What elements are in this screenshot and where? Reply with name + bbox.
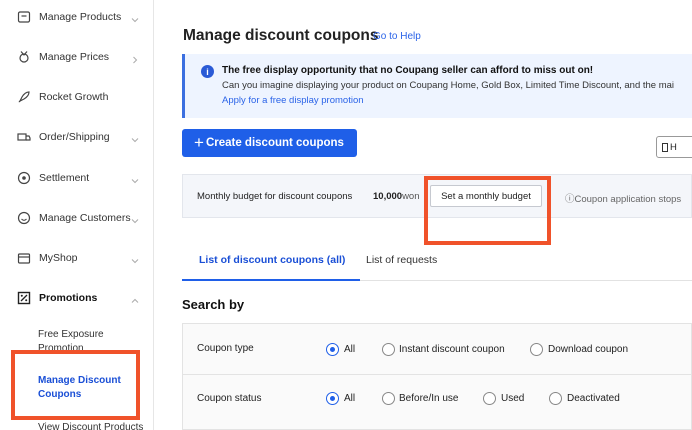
highlight-box: [424, 176, 551, 245]
search-filter-panel: [182, 323, 692, 430]
sidebar-item-myshop[interactable]: MyShop: [0, 243, 154, 273]
filter-divider: [182, 374, 692, 375]
sidebar-item-order-shipping[interactable]: Order/Shipping: [0, 122, 154, 152]
notice-banner: i The free display opportunity that no C…: [182, 54, 692, 118]
shop-icon: [17, 251, 31, 265]
sidebar-item-manage-prices[interactable]: Manage Prices: [0, 42, 154, 72]
tab-list-of-discount-coupons[interactable]: List of discount coupons (all): [199, 254, 345, 266]
chevron-down-icon: [130, 132, 140, 143]
create-button-label: Create discount coupons: [205, 137, 344, 149]
sidebar-item-label: Settlement: [39, 172, 90, 184]
chevron-down-icon: [130, 12, 140, 23]
rocket-icon: [17, 90, 31, 104]
coupon-status-before-in-use-radio[interactable]: [382, 392, 395, 405]
info-icon: i: [201, 65, 214, 78]
sidebar-item-settlement[interactable]: Settlement: [0, 163, 154, 193]
coupon-status-used-radio[interactable]: [483, 392, 496, 405]
sidebar-item-label: Promotions: [39, 292, 98, 304]
sidebar-item-label: MyShop: [39, 252, 78, 264]
document-icon: [662, 142, 668, 152]
coupon-status-all-radio[interactable]: [326, 392, 339, 405]
sidebar-item-manage-customers[interactable]: Manage Customers: [0, 203, 154, 233]
chevron-down-icon: [130, 213, 140, 224]
coin-icon: [17, 171, 31, 185]
budget-amount: 10,000won: [373, 191, 420, 202]
sidebar-subitem-view-discount-products[interactable]: View Discount Products: [38, 421, 146, 430]
sidebar-item-label: Manage Prices: [39, 51, 110, 63]
search-section-title: Search by: [182, 297, 245, 312]
create-discount-coupons-button[interactable]: + Create discount coupons: [182, 129, 357, 157]
sidebar-item-manage-products[interactable]: Manage Products: [0, 2, 154, 32]
coupon-type-label: Coupon type: [197, 343, 254, 354]
coupon-type-instant-radio[interactable]: [382, 343, 395, 356]
page-title: Manage discount coupons: [183, 27, 379, 44]
budget-value: 10,000: [373, 191, 403, 202]
radio-label: All: [344, 344, 356, 355]
highlight-box: [11, 350, 140, 420]
radio-label: Download coupon: [548, 344, 629, 355]
sidebar-item-label: Order/Shipping: [39, 131, 110, 143]
notice-body: Can you imagine displaying your product …: [222, 80, 675, 91]
tab-list-of-requests[interactable]: List of requests: [366, 254, 437, 266]
chevron-up-icon: [130, 293, 140, 303]
radio-label: Deactivated: [567, 393, 620, 404]
coupon-status-deactivated-radio[interactable]: [549, 392, 562, 405]
chevron-right-icon: [130, 52, 140, 64]
price-tag-icon: [17, 50, 31, 64]
active-tab-indicator: [182, 279, 360, 281]
help-link[interactable]: Go to Help: [373, 31, 421, 42]
chevron-down-icon: [130, 173, 140, 184]
radio-label: Instant discount coupon: [399, 344, 505, 355]
coupon-type-download-radio[interactable]: [530, 343, 543, 356]
chevron-down-icon: [130, 253, 140, 264]
smile-icon: [17, 211, 31, 225]
radio-label: All: [344, 393, 356, 404]
truck-icon: [17, 130, 31, 144]
budget-note: ⓘCoupon application stops: [565, 194, 682, 205]
box-icon: [17, 10, 31, 24]
sidebar-item-label: Manage Products: [39, 11, 122, 23]
help-doc-button-label: H: [670, 141, 677, 153]
sidebar-item-promotions[interactable]: Promotions: [0, 283, 154, 313]
free-display-promotion-link[interactable]: Apply for a free display promotion: [222, 95, 364, 106]
coupon-status-label: Coupon status: [197, 393, 262, 404]
radio-label: Before/In use: [399, 393, 459, 404]
sidebar-item-rocket-growth[interactable]: Rocket Growth: [0, 82, 154, 112]
plus-icon: +: [194, 133, 204, 152]
budget-label: Monthly budget for discount coupons: [197, 191, 353, 202]
help-doc-button[interactable]: H: [656, 136, 692, 158]
budget-unit: won: [402, 191, 420, 202]
notice-title: The free display opportunity that no Cou…: [222, 65, 594, 76]
promotion-icon: [17, 291, 31, 305]
sidebar-item-label: Rocket Growth: [39, 91, 109, 103]
sidebar-item-label: Manage Customers: [39, 212, 131, 224]
radio-label: Used: [501, 393, 525, 404]
coupon-type-all-radio[interactable]: [326, 343, 339, 356]
